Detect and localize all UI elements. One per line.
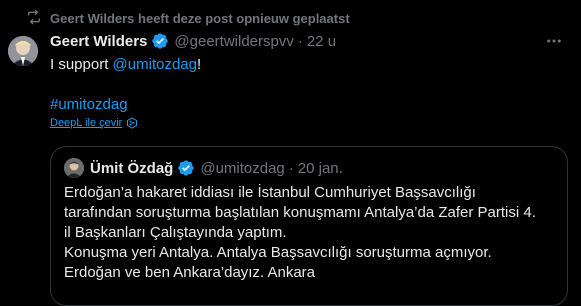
tweet-text: I support @umitozdag!: [50, 55, 201, 75]
author-name[interactable]: Geert Wilders: [50, 33, 147, 50]
hashtag-link[interactable]: #umitozdag: [50, 95, 128, 115]
quoted-text-line: il Başkanları Çalıştayında yaptım.: [64, 224, 287, 241]
tweet-text-after: !: [196, 56, 202, 73]
quoted-tweet-header: Ümit Özdağ @umitozdag · 20 jan.: [64, 157, 343, 179]
quoted-timestamp[interactable]: 20 jan.: [298, 160, 343, 177]
repost-context[interactable]: Geert Wilders heeft deze post opnieuw ge…: [26, 9, 350, 27]
quoted-author-handle[interactable]: @umitozdag: [200, 160, 284, 177]
quoted-text-line: Erdoğan’a hakaret iddiası ile İstanbul C…: [64, 184, 476, 201]
author-handle[interactable]: @geertwilderspvv: [174, 33, 293, 50]
separator-dot: ·: [288, 159, 294, 177]
quoted-text-line: Erdoğan ve ben Ankara’dayız. Ankara: [64, 264, 316, 281]
more-options-button[interactable]: [545, 32, 563, 50]
translate-label: DeepL ile çevir: [50, 117, 123, 129]
repost-text: Geert Wilders heeft deze post opnieuw ge…: [50, 10, 350, 26]
avatar[interactable]: [8, 36, 38, 66]
timestamp[interactable]: 22 u: [307, 33, 336, 50]
verified-badge-icon: [178, 160, 195, 176]
quoted-text-line: Konuşma yeri Antalya. Antalya Başsavcılı…: [64, 244, 492, 261]
more-icon: [547, 39, 561, 43]
translate-button[interactable]: DeepL ile çevir: [50, 117, 138, 129]
quoted-avatar[interactable]: [64, 158, 84, 178]
mention-link[interactable]: @umitozdag: [113, 56, 197, 73]
tweet-text-before: I support: [50, 56, 113, 73]
tweet-header: Geert Wilders @geertwilderspvv · 22 u: [50, 30, 336, 52]
separator-dot: ·: [297, 32, 303, 50]
quoted-author-name[interactable]: Ümit Özdağ: [90, 160, 173, 177]
deepl-icon: [127, 117, 138, 129]
quoted-tweet[interactable]: Ümit Özdağ @umitozdag · 20 jan. Erdoğan’…: [50, 146, 568, 306]
quoted-tweet-text: Erdoğan’a hakaret iddiası ile İstanbul C…: [64, 183, 564, 283]
quoted-text-line: tarafından soruşturma başlatılan konuşma…: [64, 204, 536, 221]
repost-icon: [26, 9, 42, 28]
verified-badge-icon: [152, 33, 169, 49]
